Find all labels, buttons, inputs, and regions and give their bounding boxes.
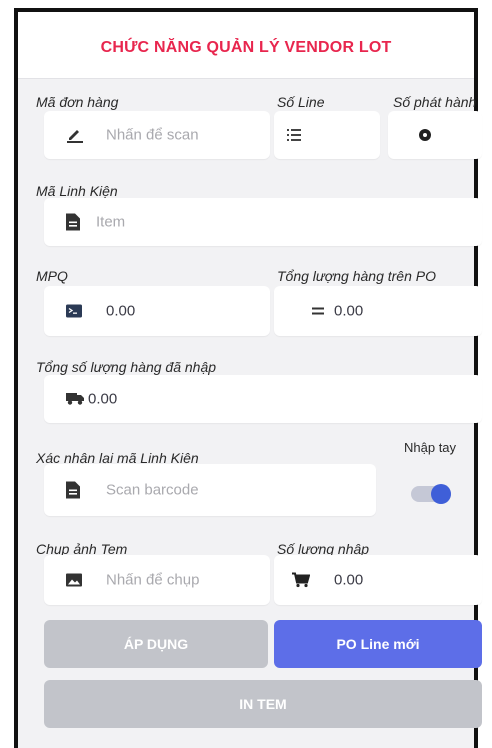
apply-button[interactable]: ÁP DỤNG (44, 620, 268, 668)
issue-no-label: Số phát hành (393, 94, 477, 110)
photo-input[interactable]: Nhấn để chụp (44, 555, 270, 605)
new-po-line-button[interactable]: PO Line mới (274, 620, 482, 668)
confirm-part-placeholder: Scan barcode (106, 481, 199, 499)
toggle-knob (431, 484, 451, 504)
input-qty-input[interactable]: 0.00 (274, 555, 482, 605)
received-total-value: 0.00 (88, 390, 118, 408)
order-code-placeholder: Nhấn để scan (106, 126, 199, 144)
part-code-label: Mã Linh Kiện (36, 183, 118, 199)
list-icon (287, 129, 301, 141)
received-total-input[interactable]: 0.00 (44, 375, 482, 423)
line-no-input[interactable] (274, 111, 380, 159)
mpq-label: MPQ (36, 268, 68, 284)
photo-placeholder: Nhấn để chụp (106, 571, 200, 589)
app-frame: CHỨC NĂNG QUẢN LÝ VENDOR LOT Mã đơn hàng… (14, 8, 482, 748)
page-title: CHỨC NĂNG QUẢN LÝ VENDOR LOT (100, 39, 392, 56)
settings-icon (418, 128, 432, 142)
input-qty-value: 0.00 (334, 571, 364, 589)
po-total-input[interactable]: 0.00 (274, 286, 482, 336)
po-total-value: 0.00 (334, 302, 364, 320)
issue-no-input[interactable] (388, 111, 482, 159)
mpq-input[interactable]: 0.00 (44, 286, 270, 336)
mpq-value: 0.00 (106, 302, 136, 320)
part-code-placeholder: Item (96, 213, 126, 231)
document-icon (66, 481, 80, 499)
manual-input-toggle[interactable] (411, 484, 451, 504)
cart-icon (292, 572, 310, 588)
image-icon (66, 573, 82, 587)
truck-icon (66, 393, 84, 405)
pencil-icon (66, 127, 84, 143)
print-label-button[interactable]: IN TEM (44, 680, 482, 728)
header: CHỨC NĂNG QUẢN LÝ VENDOR LOT (18, 12, 474, 79)
part-code-input[interactable]: Item (44, 198, 482, 246)
document-icon (66, 213, 80, 231)
manual-input-label: Nhập tay (404, 440, 457, 455)
line-no-label: Số Line (277, 94, 325, 110)
terminal-icon (66, 304, 82, 318)
confirm-part-input[interactable]: Scan barcode (44, 464, 376, 516)
received-total-label: Tổng số lượng hàng đã nhập (36, 359, 217, 375)
equals-icon (311, 307, 325, 316)
po-total-label: Tổng lượng hàng trên PO (277, 268, 436, 284)
order-code-label: Mã đơn hàng (36, 94, 119, 110)
order-code-input[interactable]: Nhấn để scan (44, 111, 270, 159)
